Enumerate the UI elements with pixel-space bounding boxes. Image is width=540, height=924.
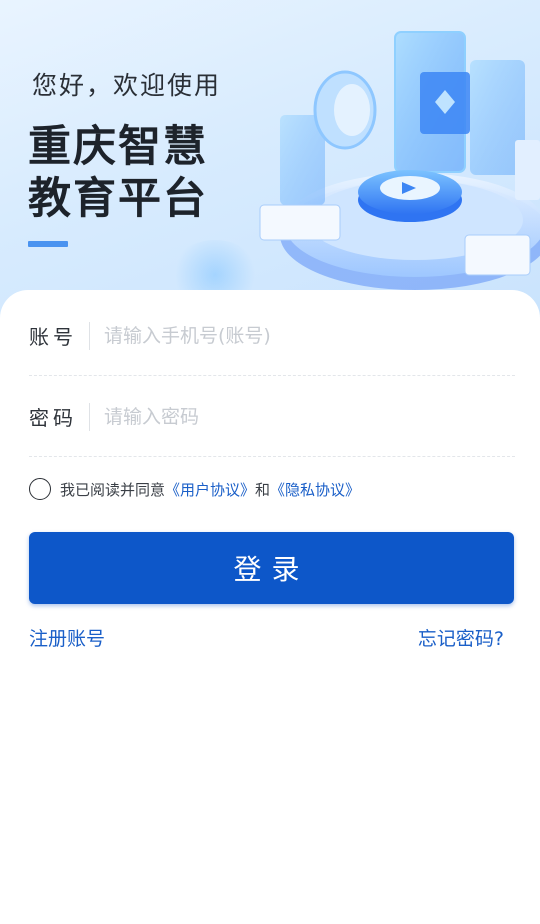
agreement-and-text: 和: [255, 480, 271, 499]
password-input[interactable]: [104, 405, 515, 428]
account-input[interactable]: [104, 324, 515, 347]
password-label: 密码: [29, 406, 77, 430]
agreement-row: 我已阅读并同意 《用户协议》 和 《隐私协议》: [29, 477, 360, 501]
password-divider: [89, 402, 90, 431]
welcome-text: 您好，欢迎使用: [32, 71, 222, 100]
login-button[interactable]: 登录: [29, 532, 514, 604]
forgot-password-link[interactable]: 忘记密码?: [418, 624, 504, 651]
agreement-prefix-text: 我已阅读并同意: [60, 480, 166, 499]
user-agreement-link[interactable]: 《用户协议》: [165, 479, 255, 500]
agreement-checkbox[interactable]: [29, 478, 51, 500]
title-accent-bar: [28, 241, 68, 247]
register-account-link[interactable]: 注册账号: [29, 624, 105, 651]
account-label: 账号: [29, 325, 77, 349]
education-platform-illustration: [259, 31, 540, 290]
platform-title-line2: 教育平台: [28, 174, 208, 224]
login-form-card: 账号 密码 我已阅读并同意 《用户协议》 和 《隐私协议》 登录 注册账号 忘记…: [0, 290, 540, 924]
password-field-row: 密码: [29, 377, 515, 457]
account-divider: [89, 321, 90, 350]
login-page: 您好，欢迎使用 重庆智慧 教育平台 账号 请输入手机号(账号) 密码 我已阅读并…: [0, 0, 540, 924]
account-field-row: 账号: [29, 296, 515, 376]
hero-banner: 您好，欢迎使用 重庆智慧 教育平台: [0, 0, 540, 330]
privacy-agreement-link[interactable]: 《隐私协议》: [270, 479, 360, 500]
